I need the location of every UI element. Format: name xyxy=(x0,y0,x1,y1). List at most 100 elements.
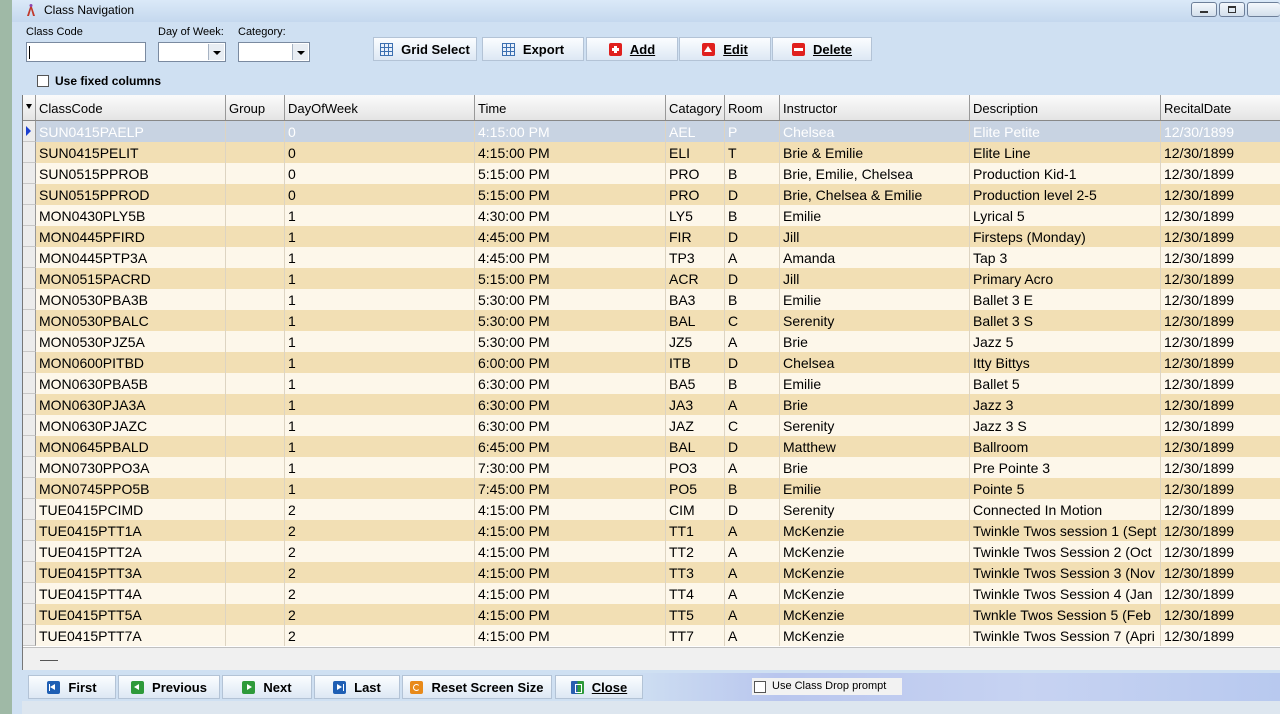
cell-dayofweek[interactable]: 0 xyxy=(285,163,475,184)
table-row[interactable]: TUE0415PTT5A 2 4:15:00 PM TT5 A McKenzie Twnkl… xyxy=(23,604,1280,625)
table-row[interactable]: MON0530PBA3B 1 5:30:00 PM BA3 B Emilie Ballet … xyxy=(23,289,1280,310)
cell-group[interactable] xyxy=(226,415,285,436)
row-indicator[interactable] xyxy=(23,562,36,583)
table-row[interactable]: MON0515PACRD 1 5:15:00 PM ACR D Jill Primary A… xyxy=(23,268,1280,289)
cell-group[interactable] xyxy=(226,478,285,499)
table-row[interactable]: MON0530PBALC 1 5:30:00 PM BAL C Serenity Balle… xyxy=(23,310,1280,331)
cell-description[interactable]: Pre Pointe 3 xyxy=(970,457,1161,478)
cell-time[interactable]: 5:30:00 PM xyxy=(475,310,666,331)
cell-catagory[interactable]: JAZ xyxy=(666,415,725,436)
cell-instructor[interactable]: Emilie xyxy=(780,289,970,310)
table-row[interactable]: MON0430PLY5B 1 4:30:00 PM LY5 B Emilie Lyrical… xyxy=(23,205,1280,226)
cell-recitaldate[interactable]: 12/30/1899 xyxy=(1161,478,1280,499)
cell-description[interactable]: Production level 2-5 xyxy=(970,184,1161,205)
cell-time[interactable]: 4:15:00 PM xyxy=(475,625,666,646)
cell-time[interactable]: 4:15:00 PM xyxy=(475,520,666,541)
cell-description[interactable]: Ballet 3 E xyxy=(970,289,1161,310)
cell-group[interactable] xyxy=(226,436,285,457)
cell-dayofweek[interactable]: 1 xyxy=(285,331,475,352)
cell-instructor[interactable]: McKenzie xyxy=(780,625,970,646)
row-indicator[interactable] xyxy=(23,436,36,457)
table-row[interactable]: MON0445PTP3A 1 4:45:00 PM TP3 A Amanda Tap 3 12… xyxy=(23,247,1280,268)
cell-catagory[interactable]: BAL xyxy=(666,310,725,331)
column-header-catagory[interactable]: Catagory xyxy=(666,95,725,120)
cell-group[interactable] xyxy=(226,184,285,205)
fixed-columns-checkbox[interactable] xyxy=(37,75,49,87)
table-row[interactable]: TUE0415PTT7A 2 4:15:00 PM TT7 A McKenzie Twink… xyxy=(23,625,1280,646)
cell-recitaldate[interactable]: 12/30/1899 xyxy=(1161,583,1280,604)
cell-catagory[interactable]: ELI xyxy=(666,142,725,163)
chevron-down-icon[interactable] xyxy=(208,44,224,60)
row-indicator[interactable] xyxy=(23,583,36,604)
cell-group[interactable] xyxy=(226,310,285,331)
cell-instructor[interactable]: McKenzie xyxy=(780,583,970,604)
cell-classcode[interactable]: MON0730PPO3A xyxy=(36,457,226,478)
cell-room[interactable]: T xyxy=(725,142,780,163)
cell-room[interactable]: A xyxy=(725,331,780,352)
cell-recitaldate[interactable]: 12/30/1899 xyxy=(1161,562,1280,583)
cell-room[interactable]: A xyxy=(725,625,780,646)
cell-time[interactable]: 4:15:00 PM xyxy=(475,562,666,583)
cell-instructor[interactable]: McKenzie xyxy=(780,604,970,625)
cell-room[interactable]: D xyxy=(725,499,780,520)
table-row[interactable]: TUE0415PTT1A 2 4:15:00 PM TT1 A McKenzie Twink… xyxy=(23,520,1280,541)
cell-instructor[interactable]: Chelsea xyxy=(780,121,970,142)
cell-room[interactable]: C xyxy=(725,310,780,331)
column-header-time[interactable]: Time xyxy=(475,95,666,120)
cell-group[interactable] xyxy=(226,520,285,541)
cell-catagory[interactable]: TT2 xyxy=(666,541,725,562)
cell-description[interactable]: Twinkle Twos Session 7 (Apri xyxy=(970,625,1161,646)
row-indicator[interactable] xyxy=(23,247,36,268)
cell-recitaldate[interactable]: 12/30/1899 xyxy=(1161,247,1280,268)
cell-time[interactable]: 4:15:00 PM xyxy=(475,121,666,142)
cell-description[interactable]: Tap 3 xyxy=(970,247,1161,268)
cell-time[interactable]: 6:30:00 PM xyxy=(475,415,666,436)
cell-dayofweek[interactable]: 2 xyxy=(285,541,475,562)
cell-description[interactable]: Itty Bittys xyxy=(970,352,1161,373)
cell-description[interactable]: Twinkle Twos session 1 (Sept xyxy=(970,520,1161,541)
table-row[interactable]: TUE0415PTT2A 2 4:15:00 PM TT2 A McKenzie Twink… xyxy=(23,541,1280,562)
cell-time[interactable]: 4:15:00 PM xyxy=(475,499,666,520)
cell-room[interactable]: A xyxy=(725,604,780,625)
cell-group[interactable] xyxy=(226,121,285,142)
cell-instructor[interactable]: Brie xyxy=(780,331,970,352)
cell-time[interactable]: 6:30:00 PM xyxy=(475,373,666,394)
cell-instructor[interactable]: McKenzie xyxy=(780,520,970,541)
cell-dayofweek[interactable]: 2 xyxy=(285,520,475,541)
row-indicator[interactable] xyxy=(23,289,36,310)
cell-recitaldate[interactable]: 12/30/1899 xyxy=(1161,163,1280,184)
cell-time[interactable]: 5:30:00 PM xyxy=(475,289,666,310)
cell-recitaldate[interactable]: 12/30/1899 xyxy=(1161,121,1280,142)
delete-button[interactable]: Delete xyxy=(772,37,872,61)
cell-dayofweek[interactable]: 2 xyxy=(285,625,475,646)
cell-dayofweek[interactable]: 1 xyxy=(285,436,475,457)
day-of-week-select[interactable] xyxy=(158,42,226,62)
cell-group[interactable] xyxy=(226,499,285,520)
cell-time[interactable]: 4:45:00 PM xyxy=(475,247,666,268)
export-button[interactable]: Export xyxy=(482,37,584,61)
cell-catagory[interactable]: TT5 xyxy=(666,604,725,625)
cell-dayofweek[interactable]: 1 xyxy=(285,373,475,394)
cell-recitaldate[interactable]: 12/30/1899 xyxy=(1161,604,1280,625)
cell-recitaldate[interactable]: 12/30/1899 xyxy=(1161,142,1280,163)
cell-catagory[interactable]: JA3 xyxy=(666,394,725,415)
cell-dayofweek[interactable]: 1 xyxy=(285,268,475,289)
cell-dayofweek[interactable]: 0 xyxy=(285,142,475,163)
maximize-button[interactable] xyxy=(1219,2,1245,17)
cell-instructor[interactable]: Emilie xyxy=(780,373,970,394)
cell-instructor[interactable]: Brie xyxy=(780,394,970,415)
cell-dayofweek[interactable]: 1 xyxy=(285,478,475,499)
row-indicator[interactable] xyxy=(23,478,36,499)
cell-time[interactable]: 5:15:00 PM xyxy=(475,163,666,184)
cell-room[interactable]: A xyxy=(725,394,780,415)
cell-room[interactable]: D xyxy=(725,268,780,289)
cell-description[interactable]: Jazz 3 xyxy=(970,394,1161,415)
cell-time[interactable]: 6:45:00 PM xyxy=(475,436,666,457)
row-indicator[interactable] xyxy=(23,520,36,541)
cell-room[interactable]: D xyxy=(725,226,780,247)
cell-dayofweek[interactable]: 0 xyxy=(285,121,475,142)
cell-catagory[interactable]: LY5 xyxy=(666,205,725,226)
row-indicator[interactable] xyxy=(23,331,36,352)
row-indicator[interactable] xyxy=(23,499,36,520)
cell-instructor[interactable]: Brie & Emilie xyxy=(780,142,970,163)
